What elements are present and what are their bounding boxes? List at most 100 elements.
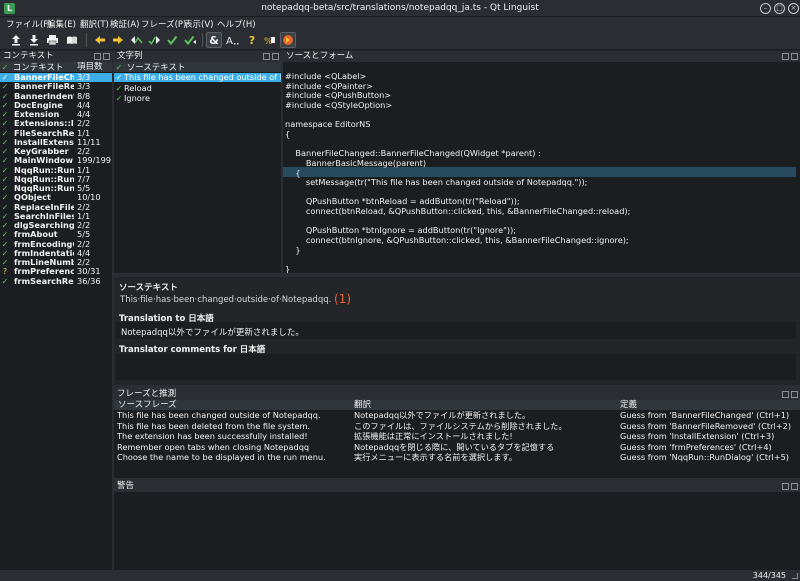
phrase-row[interactable]: Remember open tabs when closing Notepadq… [114, 443, 800, 453]
string-row[interactable]: ✓ Reload [114, 84, 281, 93]
prev-unfinished-icon[interactable] [92, 32, 108, 48]
menu-phrases[interactable]: フレーズ(P) [141, 18, 186, 30]
phrasebook-icon[interactable] [64, 32, 80, 48]
context-row[interactable]: ✓ frmLineNumb...2/2 [0, 258, 112, 267]
context-row[interactable]: ✓ SearchInFiles...1/1 [0, 212, 112, 221]
context-name: FileSearchResu... [14, 128, 74, 138]
accelerator-check-icon[interactable]: & [206, 32, 222, 48]
source-pane-title-text: ソースとフォーム [286, 51, 354, 61]
string-row[interactable]: ✓ Ignore [114, 94, 281, 103]
phrase-check-icon[interactable]: ? [244, 32, 260, 48]
context-count: 30/31 [77, 267, 101, 277]
toolbar: & A ? % [0, 30, 800, 50]
menu-validation[interactable]: 検証(A) [110, 18, 139, 30]
progress-count: 344/345 [752, 571, 786, 580]
placeholder-check-icon[interactable]: % [262, 32, 278, 48]
phrase-translation: 拡張機能は正常にインストールされました! [354, 432, 513, 441]
done-check-icon: ✓ [115, 73, 123, 82]
source-line: #include <QLabel> [285, 71, 367, 81]
context-count: 7/7 [77, 174, 91, 184]
context-count: 2/2 [77, 119, 91, 129]
menu-edit[interactable]: 編集(E) [47, 18, 76, 30]
menu-translation[interactable]: 翻訳(T) [80, 18, 109, 30]
done-check-icon: ✓ [1, 100, 9, 110]
phrase-row[interactable]: This file has been changed outside of No… [114, 411, 800, 421]
punctuation-check-icon[interactable]: A [224, 32, 240, 48]
done-check-icon: ✓ [1, 239, 9, 249]
source-line: setMessage(tr("This file has been change… [285, 177, 588, 188]
context-name: KeyGrabber [14, 147, 69, 156]
dock-close-icon[interactable] [791, 53, 798, 60]
phrases-list: This file has been changed outside of No… [114, 411, 800, 478]
col-context-label: コンテキスト [12, 63, 64, 73]
done-check-icon: ✓ [115, 94, 123, 103]
print-icon[interactable] [44, 32, 60, 48]
context-row[interactable]: ✓ Extension 4/4 [0, 110, 112, 119]
next-icon[interactable] [146, 32, 162, 48]
surrounding-whitespace-check-icon[interactable] [280, 32, 296, 48]
highlighted-source-line [283, 167, 796, 177]
menu-file[interactable]: ファイル(F) [6, 18, 52, 30]
float-icon[interactable] [782, 483, 789, 490]
context-row[interactable]: ? frmPreferences30/31 [0, 267, 112, 276]
context-row[interactable]: ✓ BannerFileChang...3/3 [0, 73, 112, 83]
float-icon[interactable] [263, 53, 270, 60]
context-row[interactable]: ✓ MainWindow 199/199 [0, 156, 112, 165]
prev-icon[interactable] [128, 32, 144, 48]
phrase-row[interactable]: The extension has been successfully inst… [114, 432, 800, 442]
next-unfinished-icon[interactable] [110, 32, 126, 48]
context-column-header[interactable]: ✓ コンテキスト 項目数 [0, 62, 112, 73]
comments-field[interactable] [116, 354, 796, 380]
context-row[interactable]: ✓ frmEncodingC...2/2 [0, 240, 112, 249]
context-row[interactable]: ✓ Extensions::Ins...2/2 [0, 119, 112, 128]
context-row[interactable]: ✓ BannerIndenta...8/8 [0, 92, 112, 101]
context-row[interactable]: ✓ NqqRun::RunP...5/5 [0, 184, 112, 193]
context-row[interactable]: ✓ DocEngine 4/4 [0, 101, 112, 110]
float-icon[interactable] [782, 53, 789, 60]
context-row[interactable]: ✓ BannerFileRe...3/3 [0, 82, 112, 91]
context-row[interactable]: ✓ FileSearchResu...1/1 [0, 129, 112, 138]
phrase-row[interactable]: This file has been deleted from the file… [114, 422, 800, 432]
context-row[interactable]: ✓ KeyGrabber 2/2 [0, 147, 112, 156]
float-icon[interactable] [782, 391, 789, 398]
context-row[interactable]: ✓ dlgSearching 2/2 [0, 221, 112, 230]
phrase-row[interactable]: Choose the name to be displayed in the r… [114, 453, 800, 463]
done-check-icon: ✓ [1, 147, 9, 156]
context-row[interactable]: ✓ ReplaceInFiles...2/2 [0, 203, 112, 212]
string-row[interactable]: ✓This file has been changed outside of N… [114, 73, 281, 83]
open-icon[interactable] [8, 32, 24, 48]
save-icon[interactable] [26, 32, 42, 48]
phrases-column-header[interactable]: ソースフレーズ 翻訳 定義 [114, 400, 800, 411]
close-icon[interactable]: × [788, 3, 799, 14]
phrases-pane: フレーズと推測 ソースフレーズ 翻訳 定義 This file has been… [114, 389, 800, 478]
context-row[interactable]: ✓ NqqRun::RunD...1/1 [0, 166, 112, 175]
done-next-icon[interactable] [164, 32, 180, 48]
done-icon[interactable] [182, 32, 198, 48]
dock-close-icon[interactable] [791, 391, 798, 398]
col-source-label: ソーステキスト [126, 63, 186, 73]
context-name: ReplaceInFiles... [14, 202, 74, 212]
menu-help[interactable]: ヘルプ(H) [217, 18, 256, 30]
strings-column-header[interactable]: ✓ ソーステキスト [114, 62, 281, 73]
context-row[interactable]: ✓ frmSearchRepl...36/36 [0, 277, 112, 286]
dock-close-icon[interactable] [103, 53, 110, 60]
dock-close-icon[interactable] [272, 53, 279, 60]
dock-close-icon[interactable] [791, 483, 798, 490]
minimize-icon[interactable]: – [760, 3, 771, 14]
source-line: QPushButton *btnReload = addButton(tr("R… [285, 196, 520, 207]
translation-field[interactable]: Notepadqq以外でファイルが更新されました。 [116, 322, 796, 339]
done-check-icon: ✓ [1, 82, 9, 92]
context-row[interactable]: ✓ NqqRun::RunD...7/7 [0, 175, 112, 184]
menu-view[interactable]: 表示(V) [184, 18, 213, 30]
resize-grip-icon[interactable] [792, 573, 798, 579]
window-title: notepadqq-beta/src/translations/notepadq… [261, 3, 539, 13]
float-icon[interactable] [94, 53, 101, 60]
context-row[interactable]: ✓ frmIndentatio...4/4 [0, 249, 112, 258]
maximize-icon[interactable]: □ [774, 3, 785, 14]
strings-pane: 文字列 ✓ ソーステキスト ✓ This file has been change… [114, 51, 281, 273]
context-count: 3/3 [77, 73, 91, 82]
phrase-definition: Guess from 'BannerFileChanged' (Ctrl+1) [620, 411, 790, 420]
context-row[interactable]: ✓ QObject 10/10 [0, 193, 112, 202]
context-row[interactable]: ✓ InstallExtension11/11 [0, 138, 112, 147]
context-row[interactable]: ✓ frmAbout 5/5 [0, 230, 112, 239]
